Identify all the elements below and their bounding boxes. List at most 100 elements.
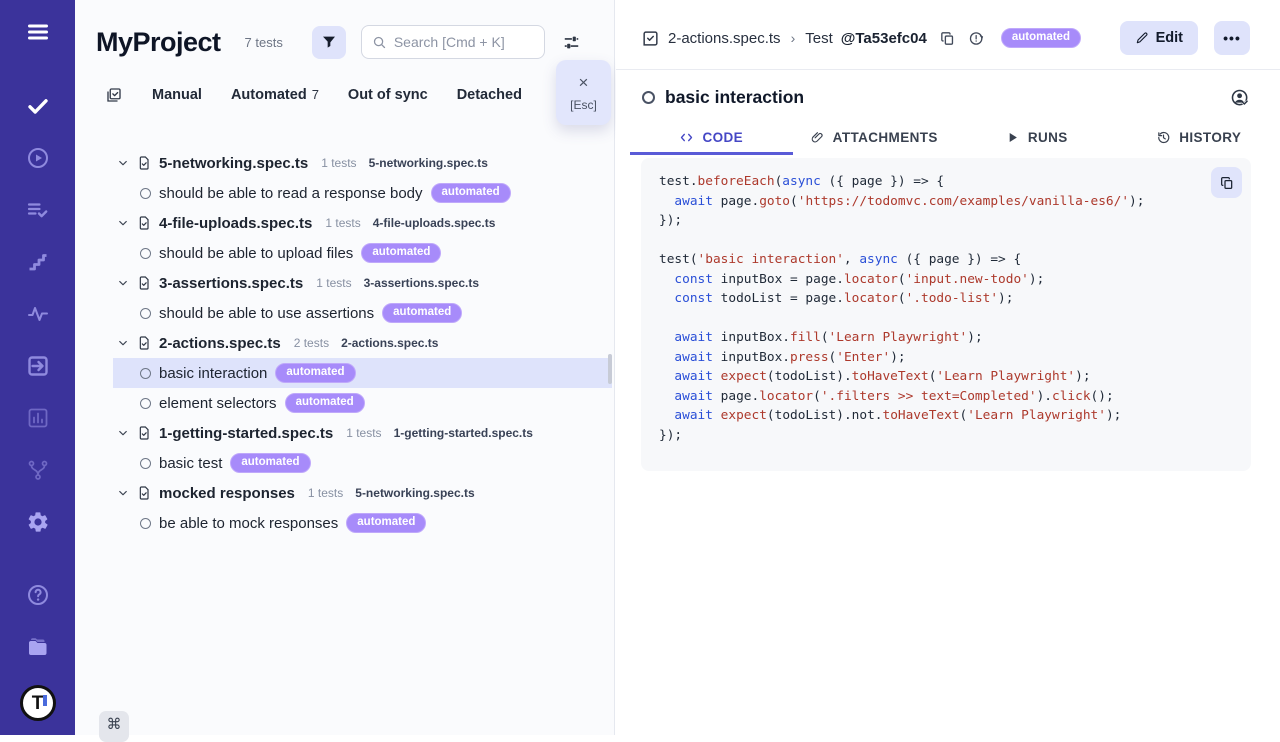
breadcrumb-separator: › xyxy=(791,30,796,46)
tab-label: CODE xyxy=(702,130,743,145)
folder-icon[interactable] xyxy=(24,633,52,661)
test-row-should-be-able-to-read-a-response-body[interactable]: should be able to read a response bodyau… xyxy=(113,178,612,208)
spec-file-row-1-getting-started-spec-ts[interactable]: 1-getting-started.spec.ts1 tests1-gettin… xyxy=(75,418,612,448)
tab-label: ATTACHMENTS xyxy=(833,130,938,145)
chevron-down-icon[interactable] xyxy=(117,217,129,229)
spec-file-row-2-actions-spec-ts[interactable]: 2-actions.spec.ts2 tests2-actions.spec.t… xyxy=(75,328,612,358)
spec-file-name: 5-networking.spec.ts xyxy=(159,155,308,172)
chevron-down-icon[interactable] xyxy=(117,337,129,349)
search-icon xyxy=(372,35,387,50)
spec-file-path: 3-assertions.spec.ts xyxy=(364,276,479,290)
sync-status-icon[interactable] xyxy=(968,30,985,47)
test-doc-icon xyxy=(641,29,660,48)
esc-label: [Esc] xyxy=(570,98,597,112)
filter-tab-detached[interactable]: Detached xyxy=(457,87,522,103)
spec-test-count: 2 tests xyxy=(294,336,329,350)
tab-label: HISTORY xyxy=(1179,130,1241,145)
automated-badge: automated xyxy=(361,243,441,264)
code-line: await expect(todoList).not.toHaveText('L… xyxy=(659,406,1233,426)
app-sidebar: T xyxy=(0,0,75,735)
chevron-down-icon[interactable] xyxy=(117,277,129,289)
spec-file-row-mocked-responses[interactable]: mocked responses1 tests5-networking.spec… xyxy=(75,478,612,508)
app-logo[interactable]: T xyxy=(20,685,56,721)
code-line: const inputBox = page.locator('input.new… xyxy=(659,270,1233,290)
test-row-basic-interaction[interactable]: basic interactionautomated xyxy=(113,358,612,388)
more-button[interactable]: ••• xyxy=(1214,21,1250,55)
edit-label: Edit xyxy=(1156,30,1183,46)
spec-test-count: 1 tests xyxy=(325,216,360,230)
spec-file-name: 4-file-uploads.spec.ts xyxy=(159,215,312,232)
tab-label: RUNS xyxy=(1028,130,1068,145)
spec-file-icon xyxy=(136,335,152,351)
tab-code[interactable]: CODE xyxy=(630,123,793,155)
search-box[interactable] xyxy=(361,25,545,59)
filter-tab-out-of-sync[interactable]: Out of sync xyxy=(348,87,428,103)
test-row-should-be-able-to-upload-files[interactable]: should be able to upload filesautomated xyxy=(113,238,612,268)
esc-popup: × [Esc] xyxy=(556,60,611,125)
spec-file-name: mocked responses xyxy=(159,485,295,502)
code-icon xyxy=(679,130,694,145)
test-row-element-selectors[interactable]: element selectorsautomated xyxy=(113,388,612,418)
chevron-down-icon[interactable] xyxy=(117,157,129,169)
filter-tab-automated[interactable]: Automated7 xyxy=(231,87,319,103)
copy-code-button[interactable] xyxy=(1211,167,1242,198)
test-status-icon xyxy=(140,368,151,379)
code-line: await page.locator('.filters >> text=Com… xyxy=(659,387,1233,407)
list-check-icon[interactable] xyxy=(24,196,52,224)
tab-history[interactable]: HISTORY xyxy=(1118,123,1280,155)
cmd-key-badge: ⌘ xyxy=(99,711,129,742)
detail-tabs: CODE ATTACHMENTS RUNS HISTORY xyxy=(616,123,1280,155)
code-line: await page.goto('https://todomvc.com/exa… xyxy=(659,192,1233,212)
filter-button[interactable] xyxy=(312,26,346,59)
spec-file-row-5-networking-spec-ts[interactable]: 5-networking.spec.ts1 tests5-networking.… xyxy=(75,148,612,178)
menu-icon[interactable] xyxy=(24,18,52,46)
filter-tab-manual[interactable]: Manual xyxy=(152,87,202,103)
tab-attachments[interactable]: ATTACHMENTS xyxy=(793,123,956,155)
tab-runs[interactable]: RUNS xyxy=(955,123,1118,155)
breadcrumb-file[interactable]: 2-actions.spec.ts xyxy=(668,30,781,47)
search-input[interactable] xyxy=(394,34,534,50)
test-title: should be able to use assertions xyxy=(159,305,374,322)
branch-icon[interactable] xyxy=(24,456,52,484)
assignee-icon[interactable] xyxy=(1230,88,1250,108)
edit-button[interactable]: Edit xyxy=(1120,21,1198,55)
analytics-icon[interactable] xyxy=(24,404,52,432)
code-line: await inputBox.press('Enter'); xyxy=(659,348,1233,368)
code-line: await inputBox.fill('Learn Playwright'); xyxy=(659,328,1233,348)
test-title: be able to mock responses xyxy=(159,515,338,532)
filter-tab-label: Out of sync xyxy=(348,87,428,103)
view-settings-icon[interactable] xyxy=(562,33,581,52)
test-row-should-be-able-to-use-assertions[interactable]: should be able to use assertionsautomate… xyxy=(113,298,612,328)
history-icon xyxy=(1156,130,1171,145)
spec-test-count: 1 tests xyxy=(346,426,381,440)
pencil-icon xyxy=(1135,31,1149,45)
steps-icon[interactable] xyxy=(24,248,52,276)
import-icon[interactable] xyxy=(24,352,52,380)
chevron-down-icon[interactable] xyxy=(117,487,129,499)
test-row-basic-test[interactable]: basic testautomated xyxy=(113,448,612,478)
tests-nav-check-icon[interactable] xyxy=(24,92,52,120)
pulse-icon[interactable] xyxy=(24,300,52,328)
filter-tabs: Manual Automated7 Out of sync Detached xyxy=(75,86,614,104)
code-line: await expect(todoList).toHaveText('Learn… xyxy=(659,367,1233,387)
spec-file-row-3-assertions-spec-ts[interactable]: 3-assertions.spec.ts1 tests3-assertions.… xyxy=(75,268,612,298)
automated-badge: automated xyxy=(431,183,511,204)
breadcrumb-type: Test xyxy=(805,30,833,47)
close-icon[interactable]: × xyxy=(579,74,589,91)
spec-file-row-4-file-uploads-spec-ts[interactable]: 4-file-uploads.spec.ts1 tests4-file-uplo… xyxy=(75,208,612,238)
code-content[interactable]: test.beforeEach(async ({ page }) => { aw… xyxy=(659,172,1233,445)
play-circle-icon[interactable] xyxy=(24,144,52,172)
settings-gear-icon[interactable] xyxy=(24,508,52,536)
scrollbar-thumb[interactable] xyxy=(608,354,612,384)
test-id: @Ta53efc04 xyxy=(841,30,927,47)
select-all-icon[interactable] xyxy=(105,86,123,104)
breadcrumb: 2-actions.spec.ts › Test @Ta53efc04 auto… xyxy=(616,0,1280,55)
test-status-icon xyxy=(140,308,151,319)
automated-badge: automated xyxy=(1001,28,1081,49)
test-row-be-able-to-mock-responses[interactable]: be able to mock responsesautomated xyxy=(113,508,612,538)
spec-file-name: 2-actions.spec.ts xyxy=(159,335,281,352)
code-line: const todoList = page.locator('.todo-lis… xyxy=(659,289,1233,309)
copy-id-icon[interactable] xyxy=(939,30,956,47)
help-icon[interactable] xyxy=(24,581,52,609)
chevron-down-icon[interactable] xyxy=(117,427,129,439)
